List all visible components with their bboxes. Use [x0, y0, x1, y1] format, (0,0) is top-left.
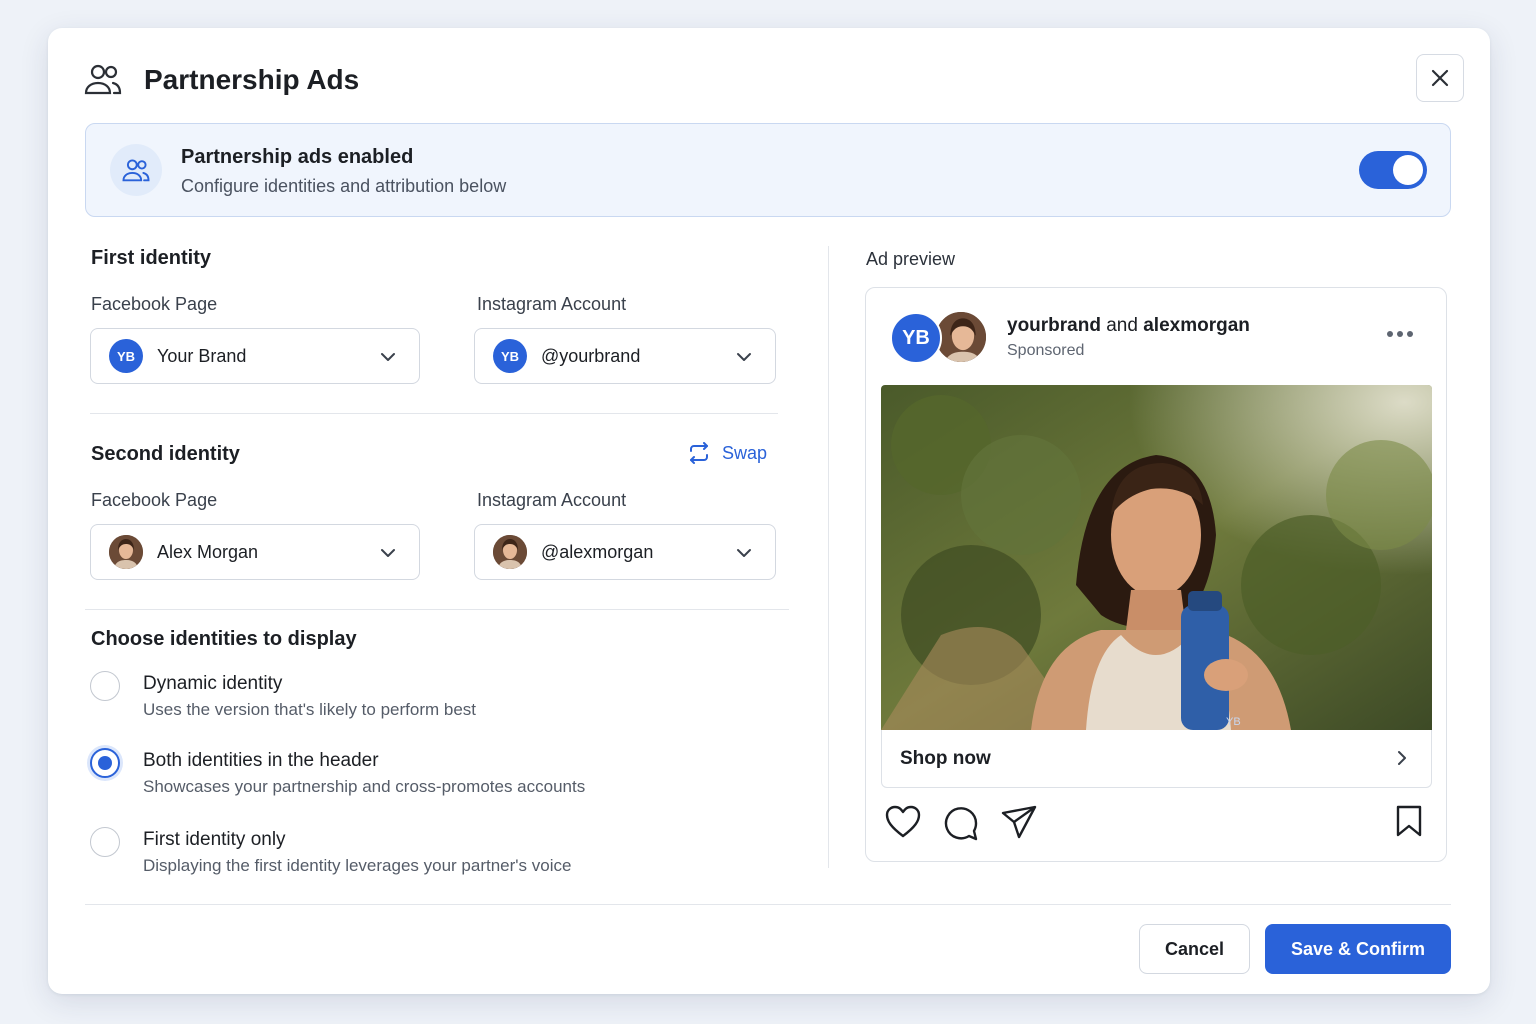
select-value: Alex Morgan	[157, 541, 259, 562]
partner-name: alexmorgan	[1143, 315, 1250, 336]
shop-now-label: Shop now	[900, 748, 991, 769]
yourbrand-avatar: YB	[109, 339, 143, 373]
chevron-down-icon	[381, 353, 395, 361]
option-title: Both identities in the header	[143, 750, 379, 771]
partnership-enabled-banner: Partnership ads enabled Configure identi…	[85, 123, 1451, 217]
column-divider	[828, 246, 829, 868]
dialog-title: Partnership Ads	[144, 64, 360, 95]
shop-now-button[interactable]: Shop now	[881, 730, 1432, 788]
radio-button[interactable]	[90, 748, 120, 778]
second-instagram-label: Instagram Account	[477, 490, 627, 510]
display-choice-title: Choose identities to display	[91, 628, 357, 650]
brand-name: yourbrand	[1007, 315, 1101, 336]
ad-header-names: yourbrand and alexmorgan	[1007, 315, 1250, 337]
select-value: Your Brand	[157, 345, 247, 366]
alexmorgan-avatar	[493, 535, 527, 569]
option-description: Displaying the first identity leverages …	[143, 856, 572, 875]
first-instagram-account-select[interactable]: YB @yourbrand	[474, 328, 776, 384]
swap-button[interactable]: Swap	[688, 442, 767, 464]
partnership-ads-dialog: Partnership Ads Partnership ads enabled …	[48, 28, 1490, 994]
close-icon	[1431, 69, 1449, 87]
first-identity-title: First identity	[91, 247, 212, 269]
option-description: Showcases your partnership and cross-pro…	[143, 777, 586, 796]
save-confirm-button[interactable]: Save & Confirm	[1265, 924, 1451, 974]
cancel-button[interactable]: Cancel	[1139, 924, 1250, 974]
close-button[interactable]	[1416, 54, 1464, 102]
partnership-toggle[interactable]	[1359, 151, 1427, 189]
first-instagram-label: Instagram Account	[477, 294, 627, 314]
chevron-down-icon	[737, 549, 751, 557]
alexmorgan-avatar	[934, 310, 988, 364]
divider	[90, 413, 778, 414]
ad-image: YB	[881, 385, 1432, 730]
swap-icon	[690, 442, 708, 464]
yourbrand-avatar: YB	[493, 339, 527, 373]
users-icon	[110, 144, 162, 196]
second-instagram-account-select[interactable]: @alexmorgan	[474, 524, 776, 580]
chevron-down-icon	[381, 549, 395, 557]
yourbrand-avatar: YB	[890, 312, 942, 364]
share-icon[interactable]	[1001, 805, 1037, 839]
option-title: First identity only	[143, 829, 286, 850]
comment-icon[interactable]	[943, 805, 979, 841]
second-identity-title: Second identity	[91, 443, 240, 465]
banner-title: Partnership ads enabled	[181, 146, 414, 168]
swap-label: Swap	[722, 442, 768, 463]
toggle-knob	[1393, 155, 1423, 185]
ad-preview-label: Ad preview	[866, 249, 956, 269]
chevron-down-icon	[737, 353, 751, 361]
connector-text: and	[1106, 315, 1138, 336]
select-value: @yourbrand	[541, 345, 641, 366]
banner-subtitle: Configure identities and attribution bel…	[181, 176, 507, 196]
second-facebook-page-select[interactable]: Alex Morgan	[90, 524, 420, 580]
ad-preview-card: YB yourbrand and alexmorgan Sponsored YB…	[865, 287, 1447, 862]
bottle-logo: YB	[1226, 716, 1241, 728]
radio-button[interactable]	[90, 827, 120, 857]
first-facebook-label: Facebook Page	[91, 294, 218, 314]
sponsored-label: Sponsored	[1007, 342, 1085, 359]
option-title: Dynamic identity	[143, 673, 283, 694]
users-icon	[84, 64, 122, 95]
first-facebook-page-select[interactable]: YB Your Brand	[90, 328, 420, 384]
divider	[85, 609, 789, 610]
select-value: @alexmorgan	[541, 541, 654, 562]
footer-divider	[85, 904, 1451, 905]
second-facebook-label: Facebook Page	[91, 490, 218, 510]
option-description: Uses the version that's likely to perfor…	[143, 700, 476, 719]
heart-icon[interactable]	[885, 805, 921, 839]
alexmorgan-avatar	[109, 535, 143, 569]
bookmark-icon[interactable]	[1396, 805, 1422, 837]
more-options-icon[interactable]	[1386, 330, 1414, 338]
radio-button[interactable]	[90, 671, 120, 701]
chevron-right-icon	[1398, 751, 1406, 765]
